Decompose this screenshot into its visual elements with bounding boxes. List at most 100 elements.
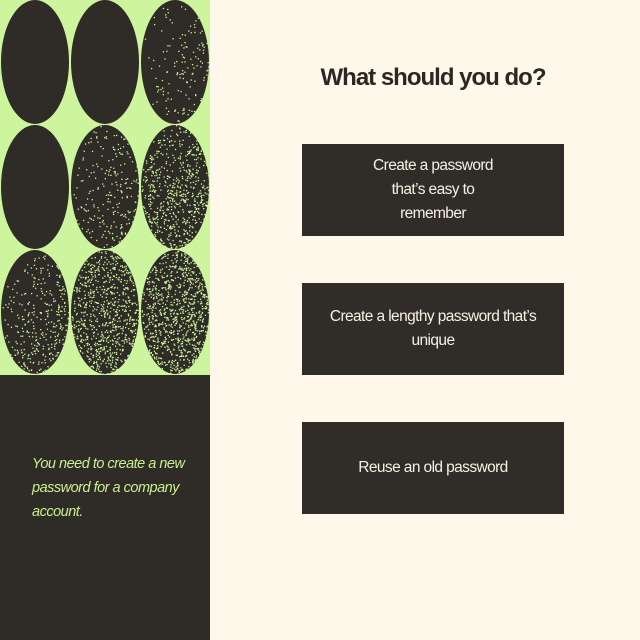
speckle	[33, 281, 35, 283]
speckle	[166, 71, 169, 73]
speckle	[149, 155, 152, 157]
speckle	[186, 275, 188, 277]
speckle	[81, 283, 83, 286]
speckle	[197, 279, 199, 282]
speckle	[175, 298, 177, 301]
speckle	[122, 326, 124, 328]
speckle	[120, 183, 122, 186]
speckle	[94, 274, 96, 276]
speckle	[153, 141, 155, 143]
speckle	[112, 146, 114, 148]
speckle	[24, 269, 26, 271]
speckle	[92, 267, 94, 269]
speckle	[203, 185, 205, 187]
speckle	[161, 258, 163, 260]
speckle	[59, 310, 62, 312]
speckle	[187, 239, 190, 241]
speckle	[47, 366, 49, 368]
speckle	[148, 283, 150, 285]
speckle	[100, 126, 102, 128]
speckle	[178, 50, 180, 52]
speckle	[169, 184, 171, 186]
speckle	[152, 103, 154, 105]
speckle	[75, 314, 78, 316]
speckle	[196, 195, 198, 198]
speckle	[148, 213, 150, 216]
speckle	[111, 292, 114, 294]
speckle	[115, 345, 117, 347]
speckle	[181, 345, 184, 347]
speckle	[113, 221, 115, 223]
speckle	[195, 183, 197, 185]
speckle	[109, 352, 111, 354]
speckle	[165, 14, 167, 16]
speckle	[54, 300, 57, 302]
speckle	[185, 46, 187, 48]
speckle	[159, 357, 161, 359]
speckle	[188, 306, 190, 308]
speckle	[78, 344, 80, 347]
speckle	[166, 50, 168, 52]
speckle	[94, 308, 96, 310]
speckle	[172, 190, 174, 192]
speckle	[52, 358, 54, 360]
speckle	[172, 338, 175, 341]
speckle	[28, 331, 30, 334]
answer-option-reuse-old[interactable]: Reuse an old password	[302, 422, 564, 514]
speckle	[197, 210, 199, 213]
speckle	[162, 213, 165, 215]
speckle	[157, 231, 159, 233]
speckle	[108, 302, 111, 305]
speckle	[105, 136, 107, 138]
speckle	[190, 318, 192, 320]
speckle	[106, 360, 109, 362]
speckle	[151, 175, 153, 177]
speckle	[173, 186, 175, 189]
speckle	[175, 202, 177, 204]
speckle	[157, 151, 160, 153]
speckle	[99, 217, 101, 219]
speckle	[171, 170, 174, 172]
speckle	[96, 163, 98, 165]
speckle	[207, 69, 209, 71]
speckle	[107, 271, 109, 274]
speckle	[54, 343, 56, 345]
speckle	[105, 237, 107, 239]
speckle	[45, 291, 48, 293]
speckle	[195, 20, 197, 22]
speckle	[175, 252, 177, 254]
speckle	[200, 183, 203, 185]
speckle	[53, 323, 55, 325]
speckle	[124, 233, 127, 235]
speckle	[183, 112, 185, 114]
speckle	[83, 332, 85, 334]
speckle	[31, 312, 33, 314]
speckle	[169, 45, 171, 47]
speckle	[199, 49, 201, 51]
speckle	[183, 189, 185, 191]
speckle	[167, 346, 169, 348]
speckle	[20, 349, 23, 351]
speckle	[189, 86, 191, 88]
speckle	[166, 209, 168, 211]
speckle	[206, 331, 208, 333]
speckle	[101, 236, 103, 238]
speckle	[155, 277, 157, 280]
speckle	[89, 232, 91, 234]
speckle	[107, 275, 109, 277]
speckle	[126, 223, 128, 225]
speckle	[93, 131, 95, 133]
speckle	[10, 326, 13, 328]
answer-option-easy-to-remember[interactable]: Create a password that’s easy to remembe…	[302, 144, 564, 236]
speckle	[109, 194, 111, 196]
speckle	[15, 325, 17, 327]
speckle	[199, 190, 202, 192]
answer-option-lengthy-unique[interactable]: Create a lengthy password that’s unique	[302, 283, 564, 375]
speckle	[174, 293, 176, 296]
speckle	[98, 344, 100, 346]
speckle	[200, 347, 202, 350]
speckle	[106, 259, 108, 261]
speckle	[198, 166, 201, 169]
speckle	[177, 347, 180, 349]
speckle	[174, 319, 176, 321]
